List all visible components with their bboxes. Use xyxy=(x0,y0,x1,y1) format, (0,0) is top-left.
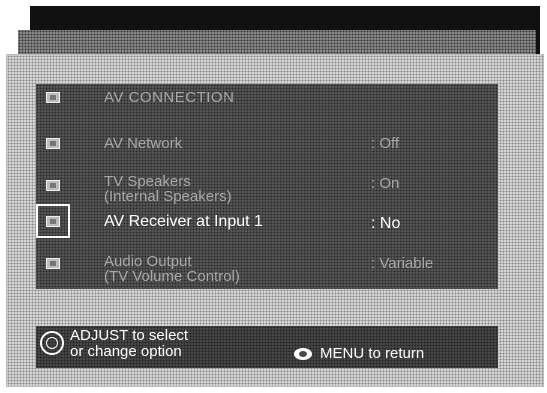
help-bar: ADJUST to select or change option MENU t… xyxy=(36,326,498,368)
av-connection-menu: AV CONNECTION AV Network : Off TV Speake… xyxy=(36,84,498,289)
adjust-hint-line1: ADJUST to select xyxy=(70,327,189,344)
menu-title: AV CONNECTION xyxy=(104,89,235,106)
dpad-icon xyxy=(40,331,64,355)
av-connection-icon xyxy=(46,92,60,103)
menu-item-icon xyxy=(46,258,60,269)
menu-button-icon xyxy=(294,348,312,360)
menu-item-label: AV Receiver at Input 1 xyxy=(104,213,263,230)
menu-item-value: : Variable xyxy=(371,255,434,272)
menu-return-hint: MENU to return xyxy=(320,345,425,362)
menu-item-value: : On xyxy=(371,175,400,192)
menu-item-sublabel: (Internal Speakers) xyxy=(104,188,232,205)
adjust-hint: ADJUST to select or change option xyxy=(70,328,188,360)
menu-item-icon xyxy=(46,180,60,191)
menu-item-label: AV Network xyxy=(104,135,183,152)
adjust-hint-line2: or change option xyxy=(70,343,182,360)
menu-item-value: : No xyxy=(371,215,401,232)
menu-item-icon xyxy=(46,138,60,149)
menu-item-value: : Off xyxy=(371,135,400,152)
menu-item-sublabel: (TV Volume Control) xyxy=(104,268,240,285)
menu-item-icon xyxy=(46,216,60,227)
